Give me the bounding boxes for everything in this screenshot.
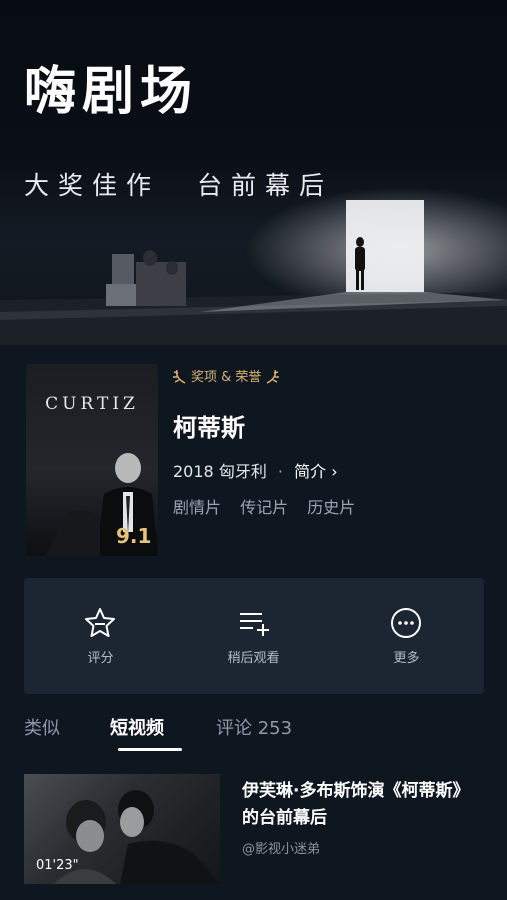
rate-label: 评分 <box>87 651 114 666</box>
laurel-left-icon <box>173 369 186 384</box>
hero-subtitle-left: 大奖佳作 <box>24 171 161 200</box>
genre-tag[interactable]: 历史片 <box>307 498 355 517</box>
intro-link[interactable]: 简介 › <box>294 462 338 481</box>
movie-year: 2018 <box>173 462 214 481</box>
more-circle-icon <box>391 608 421 638</box>
movie-info: CURTIZ 9.1 奖项 & 荣誉 柯蒂斯 2018 匈牙利 · 简介 › 剧… <box>26 364 486 560</box>
genre-list: 剧情片 传记片 历史片 <box>173 494 369 518</box>
hero-banner: 嗨剧场 大奖佳作 台前幕后 <box>0 0 507 345</box>
movie-meta: 2018 匈牙利 · 简介 › <box>173 458 338 482</box>
action-bar: 评分 稍后观看 更多 <box>24 578 484 694</box>
rate-button[interactable]: 评分 <box>24 578 177 694</box>
video-list-item[interactable]: 01'23" 伊芙琳·多布斯饰演《柯蒂斯》的台前幕后 @影视小迷弟 <box>24 774 484 884</box>
content-tabs: 类似 短视频 评论 253 <box>24 714 484 754</box>
tab-short-video[interactable]: 短视频 <box>110 714 164 740</box>
playlist-add-icon <box>240 613 269 636</box>
watch-later-label: 稍后观看 <box>227 651 280 666</box>
watch-later-button[interactable]: 稍后观看 <box>177 578 330 694</box>
more-label: 更多 <box>393 651 420 666</box>
tab-similar[interactable]: 类似 <box>24 714 60 740</box>
movie-title: 柯蒂斯 <box>173 414 245 442</box>
award-badge[interactable]: 奖项 & 荣誉 <box>173 366 280 385</box>
genre-tag[interactable]: 剧情片 <box>173 498 221 517</box>
hero-subtitle-right: 台前幕后 <box>196 171 333 200</box>
movie-country: 匈牙利 <box>218 462 267 481</box>
genre-tag[interactable]: 传记片 <box>240 498 288 517</box>
video-title[interactable]: 伊芙琳·多布斯饰演《柯蒂斯》的台前幕后 <box>242 778 482 832</box>
active-tab-indicator <box>118 748 182 751</box>
hero-subtitle: 大奖佳作 台前幕后 <box>24 166 353 202</box>
hero-title: 嗨剧场 <box>24 62 199 122</box>
meta-separator: · <box>277 462 284 481</box>
video-duration: 01'23" <box>36 858 79 873</box>
more-button[interactable]: 更多 <box>330 578 483 694</box>
movie-poster[interactable]: CURTIZ 9.1 <box>26 364 158 556</box>
star-minus-icon <box>85 608 115 637</box>
video-author[interactable]: @影视小迷弟 <box>242 838 320 857</box>
tab-comments[interactable]: 评论 253 <box>216 714 292 740</box>
award-label: 奖项 & 荣誉 <box>191 370 262 385</box>
laurel-right-icon <box>267 369 280 384</box>
poster-score: 9.1 <box>116 524 152 548</box>
video-thumbnail[interactable]: 01'23" <box>24 774 220 884</box>
